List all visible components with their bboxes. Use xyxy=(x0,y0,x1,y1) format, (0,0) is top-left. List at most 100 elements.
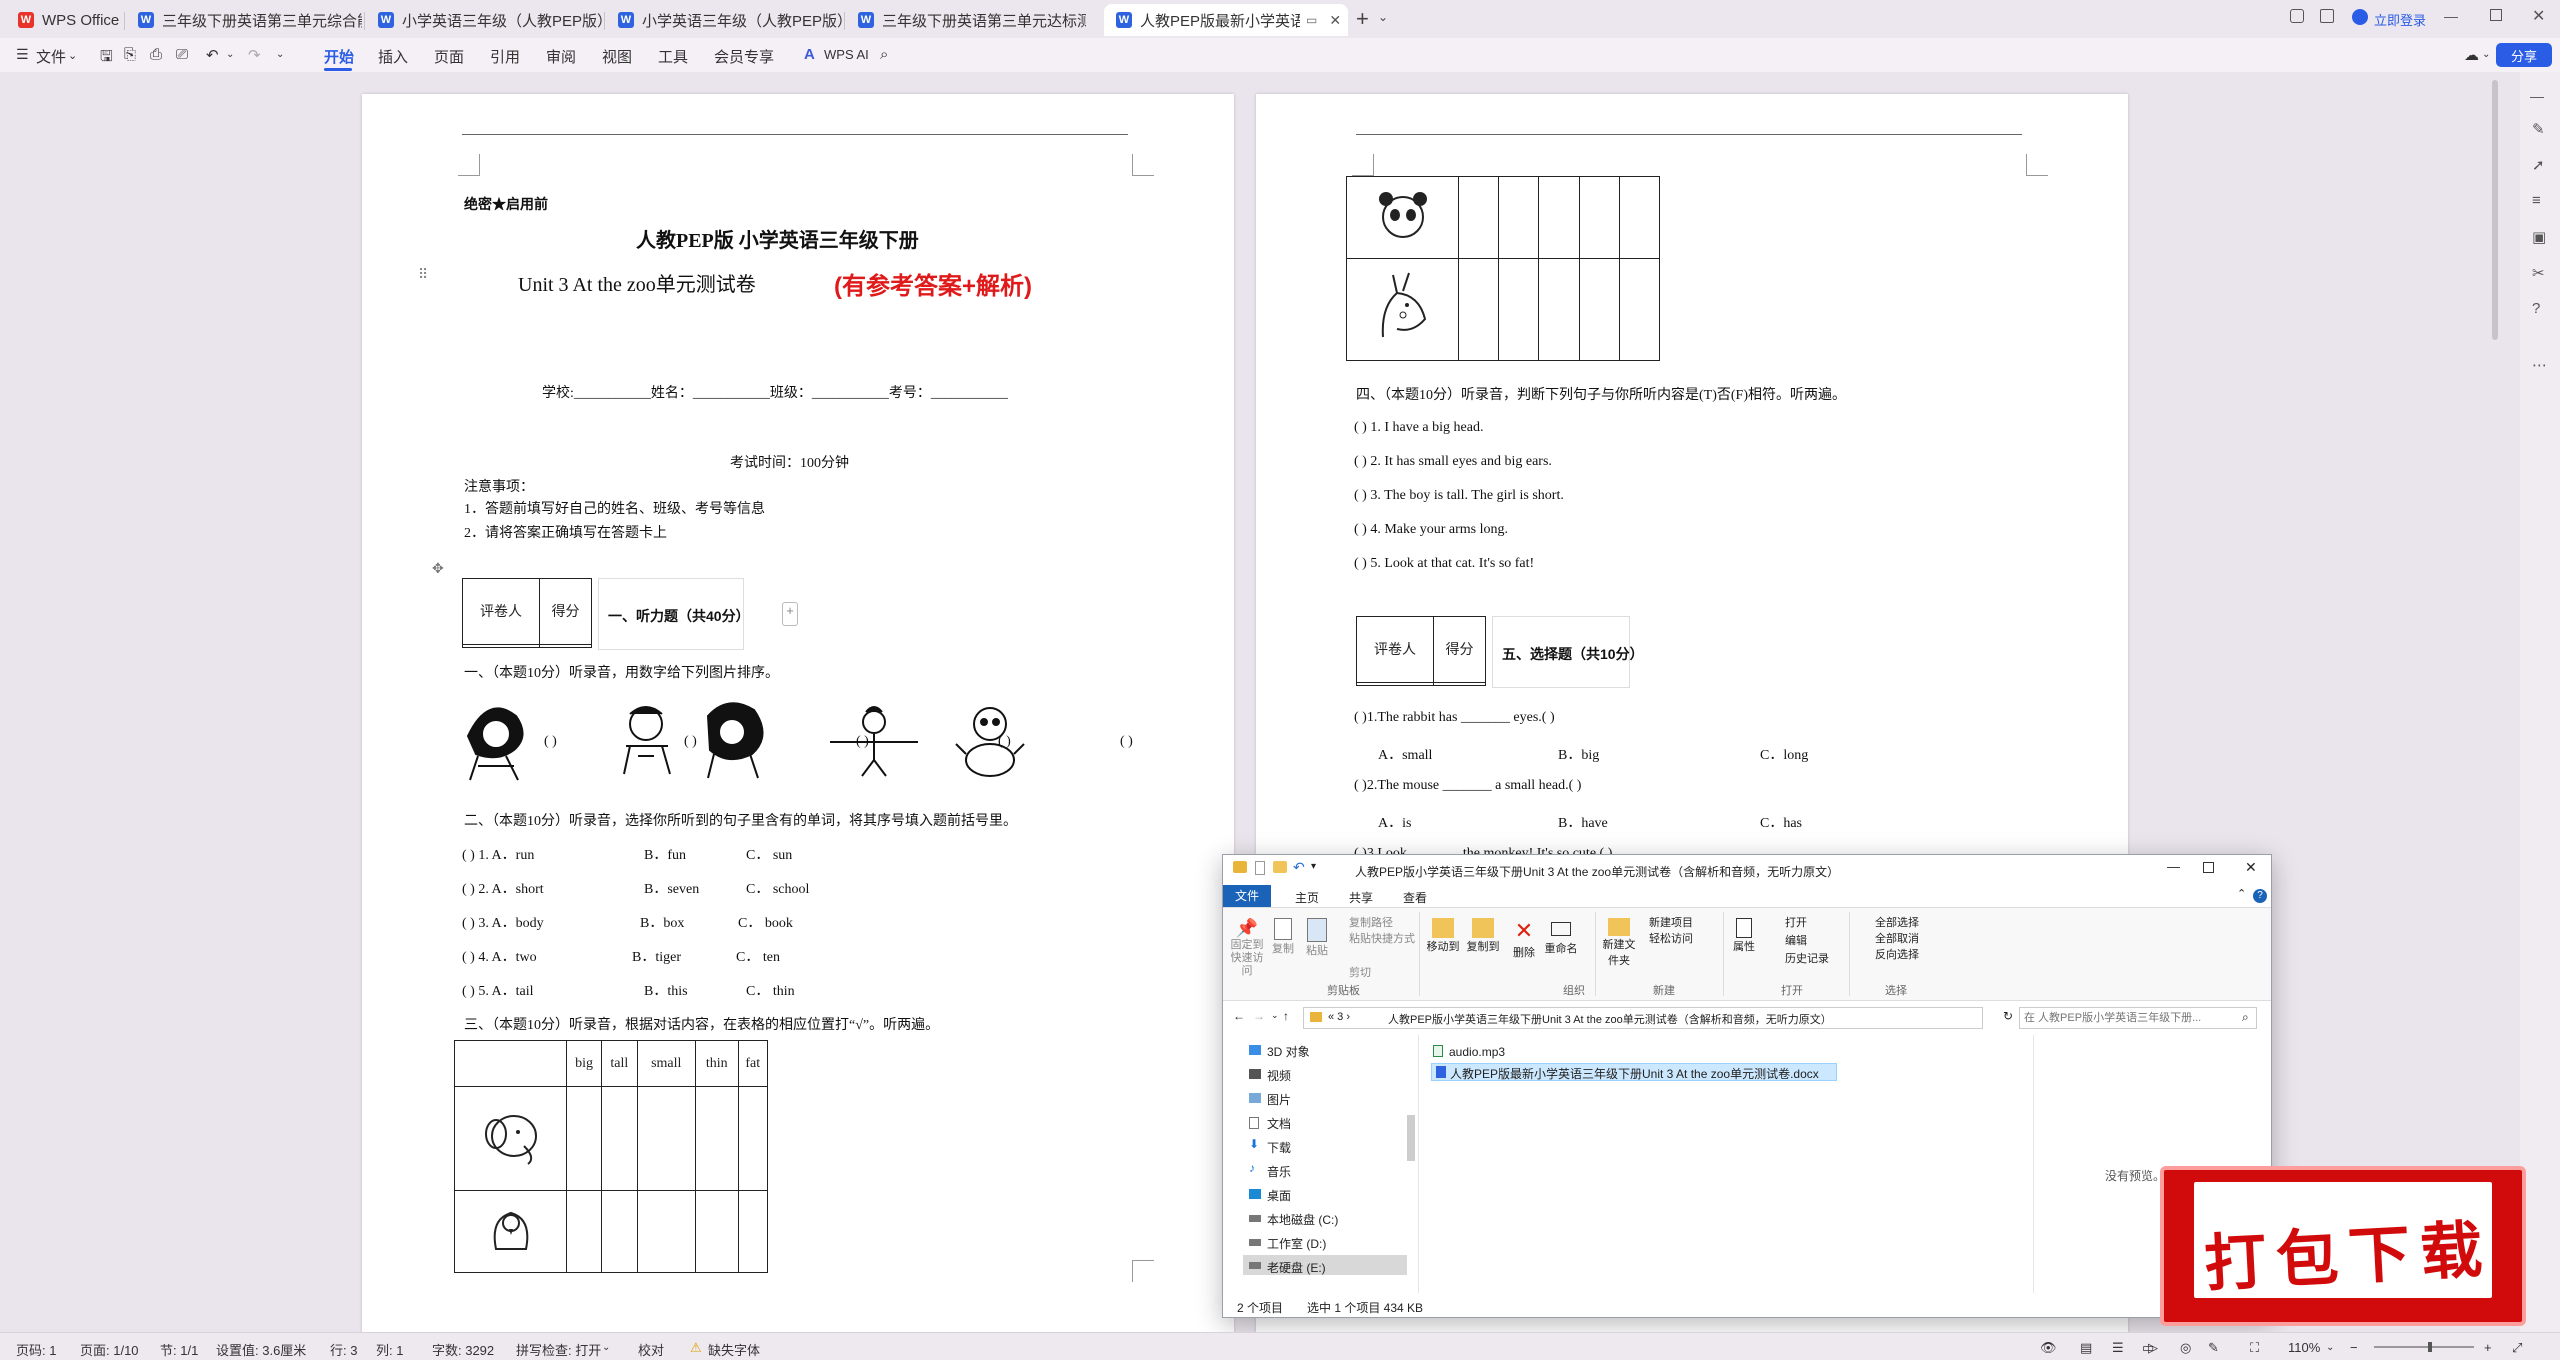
menu-wps-ai[interactable]: WPS AI xyxy=(824,47,869,62)
add-column-button[interactable]: + xyxy=(782,602,798,626)
forward-icon[interactable]: → xyxy=(1253,1009,1265,1023)
chevron-down-icon[interactable]: ⌄ xyxy=(276,49,284,60)
drag-handle-icon[interactable]: ⠿ xyxy=(418,266,428,283)
setting-value[interactable]: 设置值: 3.6厘米 xyxy=(216,1340,306,1359)
layout-icon[interactable] xyxy=(2320,9,2334,23)
cursor-icon[interactable]: ➚ xyxy=(2532,156,2545,174)
properties-quick-icon[interactable] xyxy=(1255,861,1265,875)
ribbon-tab-home[interactable]: 主页 xyxy=(1295,889,1319,906)
outline-icon[interactable]: ☰ xyxy=(2112,1340,2124,1356)
undo-icon[interactable]: ↶ xyxy=(206,46,219,64)
missing-font[interactable]: 缺失字体 xyxy=(708,1340,760,1359)
chevron-down-icon[interactable]: ⌄ xyxy=(602,1342,610,1353)
col-number[interactable]: 列: 1 xyxy=(376,1340,403,1359)
pin-quick-access-button[interactable]: 📌 固定到快速访问 xyxy=(1229,918,1265,978)
close-window-icon[interactable]: ✕ xyxy=(2532,6,2545,26)
ribbon-tab-share[interactable]: 共享 xyxy=(1349,889,1373,906)
save-icon[interactable]: 🖫 xyxy=(100,46,113,71)
share-button[interactable]: 分享 xyxy=(2496,43,2552,67)
play-icon[interactable]: ▷ xyxy=(2148,1340,2158,1356)
page-number[interactable]: 页码: 1 xyxy=(16,1340,56,1359)
nav-scrollbar[interactable] xyxy=(1407,1115,1415,1161)
zoom-slider-thumb[interactable] xyxy=(2428,1342,2432,1352)
nav-item[interactable]: 3D 对象 xyxy=(1267,1043,1310,1060)
close-icon[interactable]: ✕ xyxy=(2245,859,2257,876)
help-icon[interactable]: ? xyxy=(2253,889,2267,903)
edit-icon[interactable]: ✎ xyxy=(2208,1340,2219,1356)
nav-item[interactable]: 工作室 (D:) xyxy=(1267,1235,1326,1252)
tab-document[interactable]: W 三年级下册英语第三单元综合能力提( xyxy=(126,4,362,36)
menu-tab-view[interactable]: 视图 xyxy=(602,46,632,67)
menu-file[interactable]: 文件 xyxy=(36,46,66,67)
word-count[interactable]: 字数: 3292 xyxy=(432,1340,494,1359)
search-input[interactable] xyxy=(2024,1009,2232,1027)
chevron-down-icon[interactable]: ⌄ xyxy=(2326,1342,2334,1353)
chevron-down-icon[interactable]: ⌄ xyxy=(1271,1010,1279,1021)
nav-item[interactable]: 图片 xyxy=(1267,1091,1291,1108)
paste-shortcut-button[interactable]: 粘贴快捷方式 xyxy=(1349,930,1415,946)
pen-icon[interactable]: ✎ xyxy=(2532,120,2545,138)
hamburger-icon[interactable]: ☰ xyxy=(16,46,29,63)
undo-quick-icon[interactable]: ↶ xyxy=(1293,859,1305,876)
zoom-level[interactable]: 110% xyxy=(2288,1340,2320,1355)
copy-to-button[interactable]: 复制到 xyxy=(1463,918,1503,954)
back-icon[interactable]: ← xyxy=(1233,1009,1245,1023)
delete-button[interactable]: ✕ 删除 xyxy=(1509,918,1539,960)
help-icon[interactable]: ? xyxy=(2532,300,2540,317)
zoom-in-icon[interactable]: + xyxy=(2484,1340,2492,1355)
minus-icon[interactable]: — xyxy=(2530,88,2544,104)
rename-button[interactable]: 重命名 xyxy=(1541,918,1581,956)
section-count[interactable]: 节: 1/1 xyxy=(160,1340,198,1359)
zoom-slider[interactable] xyxy=(2374,1346,2474,1348)
layout-icon[interactable]: ▤ xyxy=(2080,1340,2092,1356)
edit-button[interactable]: 编辑 xyxy=(1785,932,1807,948)
tab-list-chevron-icon[interactable]: ⌄ xyxy=(1378,10,1388,24)
redo-icon[interactable]: ↷ xyxy=(248,46,261,64)
nav-item-selected[interactable]: 老硬盘 (E:) xyxy=(1243,1255,1407,1275)
menu-tab-page[interactable]: 页面 xyxy=(434,46,464,67)
cut-button[interactable]: 剪切 xyxy=(1349,964,1371,980)
nav-item[interactable]: 音乐 xyxy=(1267,1163,1291,1180)
new-item-button[interactable]: 新建项目 xyxy=(1649,914,1693,930)
paste-button[interactable]: 粘贴 xyxy=(1303,918,1331,958)
tab-document[interactable]: W 三年级下册英语第三单元达标测试卷 xyxy=(846,4,1086,36)
ribbon-tab-view[interactable]: 查看 xyxy=(1403,889,1427,906)
tools-icon[interactable]: ✂ xyxy=(2532,264,2545,282)
nav-item[interactable]: 本地磁盘 (C:) xyxy=(1267,1211,1338,1228)
print-icon[interactable]: ⎙ xyxy=(150,46,162,63)
avatar-icon[interactable] xyxy=(2352,9,2368,25)
collapse-ribbon-icon[interactable]: ⌃ xyxy=(2237,887,2246,900)
download-bundle-badge[interactable]: 打包下载 xyxy=(2160,1166,2526,1326)
file-row-selected[interactable]: 人教PEP版最新小学英语三年级下册Unit 3 At the zoo单元测试卷.… xyxy=(1431,1063,1837,1081)
move-to-button[interactable]: 移动到 xyxy=(1423,918,1463,954)
tab-document[interactable]: W 小学英语三年级（人教PEP版）Unit3 xyxy=(606,4,842,36)
tab-wps-home[interactable]: W WPS Office xyxy=(6,4,122,36)
maximize-icon[interactable] xyxy=(2203,862,2214,873)
open-button[interactable]: 打开 xyxy=(1785,914,1807,930)
menu-tab-tools[interactable]: 工具 xyxy=(658,46,688,67)
menu-tab-member[interactable]: 会员专享 xyxy=(714,46,774,67)
menu-tab-reference[interactable]: 引用 xyxy=(490,46,520,67)
chevron-down-icon[interactable]: ▾ xyxy=(1311,861,1316,872)
chevron-down-icon[interactable]: ⌄ xyxy=(226,49,234,60)
sticker-icon[interactable]: ▣ xyxy=(2532,228,2546,246)
login-link[interactable]: 立即登录 xyxy=(2374,10,2426,29)
new-folder-quick-icon[interactable] xyxy=(1273,861,1287,873)
minimize-icon[interactable]: — xyxy=(2444,8,2458,24)
eye-icon[interactable]: 👁 xyxy=(2040,1340,2057,1356)
nav-item[interactable]: 文档 xyxy=(1267,1115,1291,1132)
ribbon-tab-file[interactable]: 文件 xyxy=(1223,885,1271,907)
address-bar[interactable]: « 3 › 人教PEP版小学英语三年级下册Unit 3 At the zoo单元… xyxy=(1303,1007,1983,1029)
window-icon[interactable] xyxy=(2290,9,2304,23)
new-tab-icon[interactable]: + xyxy=(1356,6,1369,32)
menu-tab-insert[interactable]: 插入 xyxy=(378,46,408,67)
menu-tab-review[interactable]: 审阅 xyxy=(546,46,576,67)
zoom-out-icon[interactable]: − xyxy=(2350,1340,2358,1355)
display-icon[interactable]: ▭ xyxy=(1306,13,1317,27)
invert-selection-button[interactable]: 反向选择 xyxy=(1875,946,1919,962)
fullscreen-icon[interactable]: ⤢ xyxy=(2512,1340,2522,1356)
proofread[interactable]: 校对 xyxy=(638,1340,664,1359)
copy-path-button[interactable]: 复制路径 xyxy=(1349,914,1393,930)
sliders-icon[interactable]: ≡ xyxy=(2532,192,2541,209)
export-icon[interactable]: ⎘ xyxy=(124,46,136,63)
